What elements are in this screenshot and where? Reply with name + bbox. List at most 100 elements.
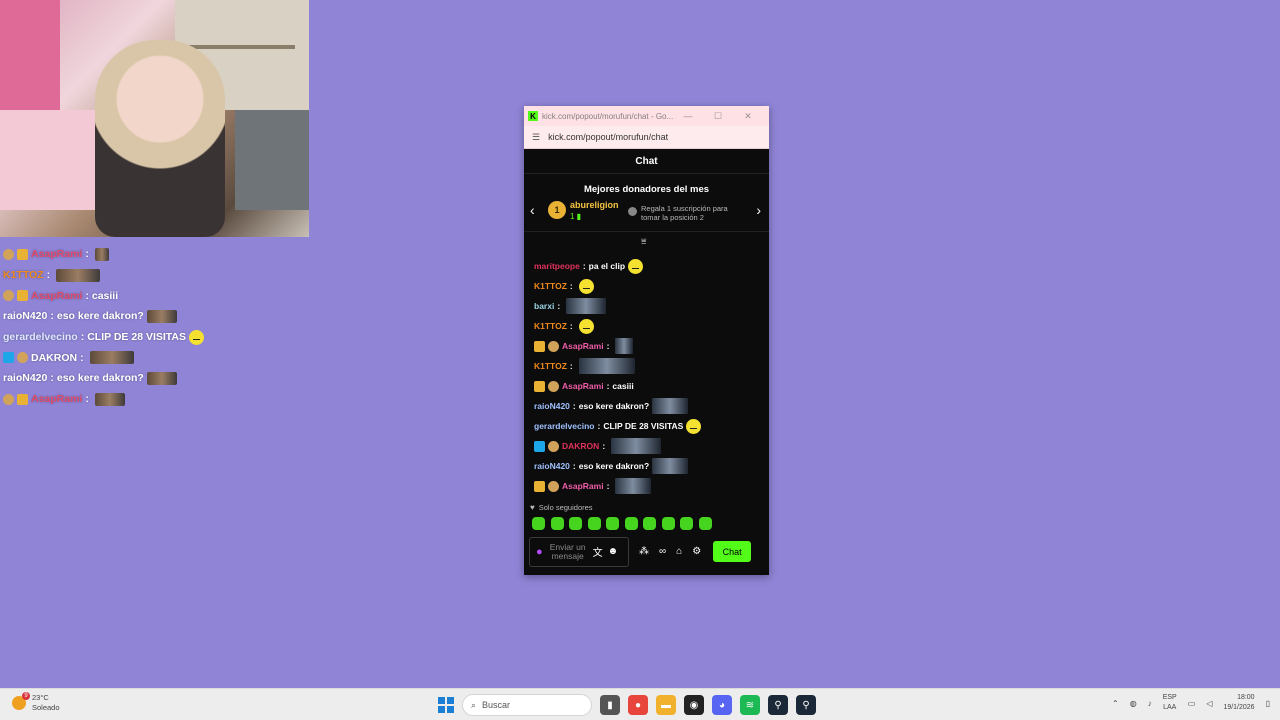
send-chat-button[interactable]: Chat — [713, 541, 752, 562]
emote-icon[interactable] — [569, 517, 582, 530]
overlay-message-text: eso kere dakron? — [56, 372, 144, 385]
emote-image — [611, 438, 662, 454]
followers-only-text: Solo seguidores — [538, 503, 593, 512]
webcam-feed — [0, 0, 309, 237]
gear-icon[interactable]: ⚙ — [692, 546, 701, 557]
overlay-username: gerardelvecino — [3, 331, 78, 344]
crown-badge-icon — [17, 393, 28, 405]
chat-username[interactable]: AsapRami — [562, 381, 604, 391]
minimize-button[interactable]: — — [673, 111, 703, 121]
address-bar[interactable]: ☰ kick.com/popout/morufun/chat — [524, 126, 769, 149]
site-settings-icon[interactable]: ☰ — [532, 132, 540, 143]
emote-icon[interactable] — [698, 517, 712, 530]
clock[interactable]: 18:00 19/1/2026 — [1223, 693, 1254, 713]
emote-icon[interactable] — [587, 517, 601, 530]
weather-widget[interactable]: 9 23°C Soleado — [12, 692, 60, 713]
heart-icon: ♥ — [530, 503, 535, 512]
emote-icon[interactable] — [532, 517, 545, 530]
next-arrow-icon[interactable]: › — [756, 202, 761, 218]
temperature: 23°C — [32, 693, 49, 702]
chat-username[interactable]: AsapRami — [562, 341, 604, 351]
obs-icon[interactable]: ◉ — [684, 695, 704, 715]
windows-start-icon[interactable] — [438, 697, 454, 713]
gift-sub-text[interactable]: Regala 1 suscripción para tomar la posic… — [628, 204, 738, 222]
discord-icon[interactable]: ◕ — [712, 695, 732, 715]
emote-image — [94, 392, 125, 406]
overlay-chat-line: DAKRON : — [3, 347, 303, 368]
spotify-icon[interactable]: ≋ — [740, 695, 760, 715]
emote-image — [578, 358, 635, 374]
overlay-message-text: casiii — [91, 289, 119, 302]
chat-username[interactable]: K1TTOZ — [534, 281, 567, 291]
overlay-chat-line: AsapRami : casiii — [3, 285, 303, 306]
chat-username[interactable]: K1TTOZ — [534, 361, 567, 371]
chat-username[interactable]: maritpeope — [534, 261, 580, 271]
chat-username[interactable]: K1TTOZ — [534, 321, 567, 331]
webcam-curtain — [0, 0, 60, 110]
emote-icon[interactable] — [661, 517, 675, 530]
chat-username[interactable]: raioN420 — [534, 461, 570, 471]
sub-badge-icon — [3, 248, 14, 260]
emote-image — [628, 258, 644, 274]
crown-badge-icon — [17, 248, 28, 260]
network-icon[interactable]: ◍ — [1130, 699, 1137, 708]
emote-icon[interactable] — [643, 517, 656, 530]
emote-image — [146, 309, 177, 323]
maximize-button[interactable]: ☐ — [703, 111, 733, 122]
donor-username[interactable]: abureligion — [570, 200, 619, 210]
chat-message: K1TTOZ: — [534, 276, 764, 296]
chat-message-text: pa el clip — [588, 261, 626, 271]
emote-image — [56, 268, 101, 282]
overlay-chat-line: raioN420 : eso kere dakron? — [3, 368, 303, 389]
translate-icon[interactable]: 文 — [593, 544, 603, 559]
chat-username[interactable]: gerardelvecino — [534, 421, 594, 431]
crown-badge-icon — [534, 340, 545, 352]
chevron-up-icon[interactable]: ⌃ — [1112, 699, 1119, 708]
sub-badge-icon — [548, 340, 559, 352]
date: 19/1/2026 — [1223, 704, 1255, 711]
emote-icon[interactable] — [550, 517, 564, 530]
emote-image — [94, 247, 109, 261]
crown-badge-icon — [17, 290, 28, 302]
chat-message-text: CLIP DE 28 VISITAS — [603, 421, 684, 431]
chat-username[interactable]: DAKRON — [562, 441, 599, 451]
rank-medal-icon: 1 — [548, 201, 566, 219]
microphone-icon[interactable]: ♪ — [1148, 699, 1152, 708]
sub-badge-icon — [17, 352, 28, 364]
sub-badge-icon — [548, 480, 559, 492]
store-icon[interactable]: ⌂ — [676, 546, 682, 557]
notifications-icon[interactable]: ▯ — [1266, 699, 1270, 708]
url-text: kick.com/popout/morufun/chat — [548, 132, 669, 142]
emoji-icon[interactable]: ☻ — [608, 546, 619, 557]
collapse-icon[interactable]: ⩸ — [641, 236, 646, 247]
steam-icon[interactable]: ⚲ — [768, 695, 788, 715]
chat-username[interactable]: raioN420 — [534, 401, 570, 411]
users-icon[interactable]: ⁂ — [639, 546, 649, 557]
file-explorer-icon[interactable]: ▬ — [656, 695, 676, 715]
infinity-icon[interactable]: ∞ — [659, 546, 666, 557]
chat-input[interactable]: ● Enviar un mensaje 文 ☻ — [529, 536, 629, 567]
emote-image — [686, 418, 702, 434]
sub-badge-icon — [548, 380, 559, 392]
volume-icon[interactable]: ◁ — [1206, 699, 1212, 708]
sun-icon: 9 — [12, 692, 30, 710]
chrome-icon[interactable]: ● — [628, 695, 648, 715]
emote-icon[interactable] — [624, 517, 638, 530]
chat-message: DAKRON: — [534, 436, 764, 456]
webcam-streamer — [95, 40, 225, 237]
chat-username[interactable]: barxi — [534, 301, 554, 311]
steam-icon-2[interactable]: ⚲ — [796, 695, 816, 715]
close-button[interactable]: ✕ — [733, 111, 763, 122]
taskbar-search[interactable]: ⌕ Buscar — [462, 694, 592, 716]
language-indicator[interactable]: ESP LAA — [1163, 693, 1177, 713]
emote-image — [89, 351, 134, 365]
display-icon[interactable]: ▭ — [1188, 699, 1196, 708]
task-view-icon[interactable]: ▮ — [600, 695, 620, 715]
mic-icon[interactable]: ● — [536, 546, 543, 558]
webcam-desk — [235, 110, 309, 210]
emote-quick-bar — [532, 517, 712, 530]
emote-icon[interactable] — [606, 517, 619, 530]
chat-username[interactable]: AsapRami — [562, 481, 604, 491]
emote-icon[interactable] — [680, 517, 693, 530]
prev-arrow-icon[interactable]: ‹ — [530, 202, 535, 218]
